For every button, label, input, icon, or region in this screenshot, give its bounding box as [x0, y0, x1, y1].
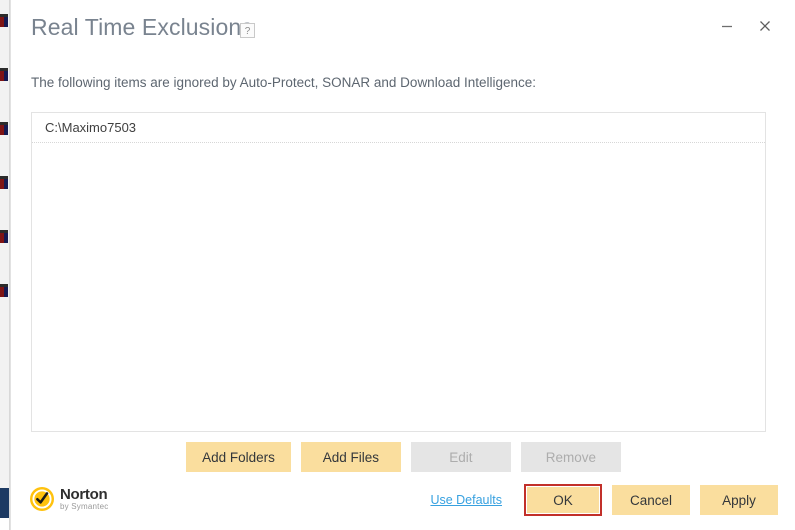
add-folders-button[interactable]: Add Folders: [186, 442, 291, 472]
norton-logo: Norton by Symantec: [29, 486, 108, 512]
background-window-stripe: [0, 14, 8, 27]
real-time-exclusions-dialog: Real Time Exclusions ? The following ite…: [10, 0, 795, 530]
norton-checkmark-icon: [30, 487, 54, 511]
background-window-stripe: [0, 284, 8, 297]
background-window[interactable]: [0, 0, 10, 530]
cancel-button[interactable]: Cancel: [612, 485, 690, 515]
brand-name: Norton: [60, 486, 108, 503]
exclusions-listbox[interactable]: C:\Maximo7503: [31, 112, 766, 432]
background-taskbar-cap: [0, 518, 9, 530]
background-window-stripe: [0, 122, 8, 135]
help-icon[interactable]: ?: [240, 23, 255, 38]
close-icon[interactable]: [748, 12, 782, 40]
minimize-icon[interactable]: [710, 12, 744, 40]
brand-tagline: by Symantec: [60, 502, 109, 511]
edit-button: Edit: [410, 442, 511, 472]
page-title: Real Time Exclusions: [31, 14, 253, 40]
window-controls: [710, 12, 782, 40]
description-text: The following items are ignored by Auto-…: [31, 75, 537, 90]
background-window-stripe: [0, 230, 8, 243]
action-button-row: Add Folders Add Files Edit Remove: [11, 442, 795, 472]
background-window-stripe: [0, 68, 8, 81]
list-item[interactable]: C:\Maximo7503: [32, 113, 765, 143]
use-defaults-link[interactable]: Use Defaults: [430, 493, 502, 507]
remove-button: Remove: [520, 442, 621, 472]
footer-actions: Use Defaults OK Cancel Apply: [430, 484, 778, 516]
ok-button[interactable]: OK: [524, 484, 602, 516]
add-files-button[interactable]: Add Files: [300, 442, 401, 472]
apply-button[interactable]: Apply: [700, 485, 778, 515]
norton-wordmark: Norton by Symantec: [60, 487, 108, 511]
background-window-stripe: [0, 176, 8, 189]
dialog-titlebar: Real Time Exclusions ?: [11, 0, 795, 58]
dialog-footer: Norton by Symantec Use Defaults OK Cance…: [11, 480, 795, 530]
